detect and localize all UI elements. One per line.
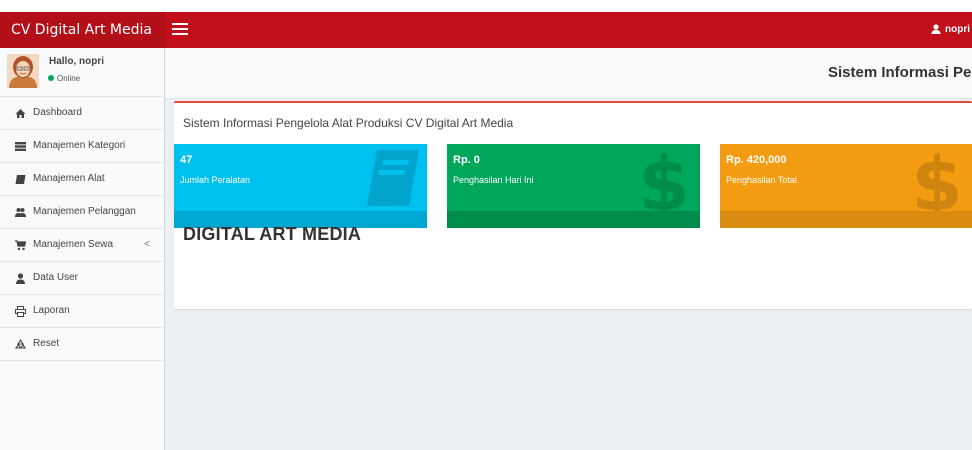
- sidebar-item-label: Reset: [33, 338, 60, 349]
- user-icon: [931, 24, 941, 34]
- sidebar-item-reset[interactable]: Reset: [0, 328, 164, 361]
- sidebar-item-label: Manajemen Pelanggan: [33, 206, 136, 217]
- sidebar-item-alat[interactable]: Manajemen Alat: [0, 163, 164, 196]
- stat-label: Penghasilan Total: [726, 175, 797, 185]
- stat-value: 47: [180, 154, 193, 166]
- top-navbar: CV Digital Art Media nopri: [0, 12, 972, 48]
- cart-icon: [15, 240, 26, 251]
- sidebar-item-data-user[interactable]: Data User: [0, 262, 164, 295]
- svg-text:$: $: [911, 148, 963, 212]
- stat-value: Rp. 420,000: [726, 154, 787, 166]
- book-icon: [367, 150, 419, 206]
- stat-box-peralatan: 47 Jumlah Peralatan: [174, 144, 427, 228]
- svg-text:$: $: [638, 148, 690, 212]
- avatar: [7, 54, 39, 88]
- sidebar-item-laporan[interactable]: Laporan: [0, 295, 164, 328]
- stat-footer-link[interactable]: [447, 211, 700, 228]
- box-title: Sistem Informasi Pengelola Alat Produksi…: [183, 116, 514, 130]
- stat-footer-link[interactable]: [720, 211, 972, 228]
- list-icon: [15, 142, 26, 151]
- dashboard-box: Sistem Informasi Pengelola Alat Produksi…: [174, 101, 972, 309]
- stat-label: Penghasilan Hari Ini: [453, 175, 534, 185]
- dollar-icon: $: [911, 148, 963, 212]
- stat-box-penghasilan-hari-ini: Rp. 0 Penghasilan Hari Ini $: [447, 144, 700, 228]
- chevron-left-icon: <: [144, 239, 150, 250]
- dollar-icon: $: [638, 148, 690, 212]
- sidebar-item-label: Manajemen Alat: [33, 173, 105, 184]
- app-frame: CV Digital Art Media nopri Hallo, nopri …: [0, 12, 972, 450]
- sidebar-menu: Dashboard Manajemen Kategori Manajemen A…: [0, 97, 164, 361]
- sidebar-item-label: Data User: [33, 272, 79, 283]
- stat-value: Rp. 0: [453, 154, 480, 166]
- user-panel: Hallo, nopri Online: [0, 48, 164, 97]
- home-icon: [15, 109, 26, 118]
- sidebar-item-label: Laporan: [33, 305, 70, 316]
- user-menu-name: nopri: [945, 24, 970, 35]
- sidebar-item-label: Manajemen Sewa: [33, 239, 114, 250]
- sidebar-item-label: Dashboard: [33, 107, 82, 118]
- book-icon: [15, 175, 26, 184]
- sidebar-item-dashboard[interactable]: Dashboard: [0, 97, 164, 130]
- sidebar: Hallo, nopri Online Dashboard Manajemen …: [0, 48, 165, 450]
- recycle-icon: [15, 339, 26, 349]
- print-icon: [15, 306, 26, 317]
- page-title: Sistem Informasi Pen: [828, 64, 972, 81]
- online-status[interactable]: Online: [47, 74, 80, 83]
- sidebar-item-kategori[interactable]: Manajemen Kategori: [0, 130, 164, 163]
- sidebar-item-sewa[interactable]: Manajemen Sewa <: [0, 229, 164, 262]
- user-menu[interactable]: nopri: [931, 12, 970, 48]
- content-header: Sistem Informasi Pen: [165, 48, 972, 99]
- user-icon: [16, 273, 25, 284]
- user-greeting: Hallo, nopri: [49, 56, 104, 67]
- stat-label: Jumlah Peralatan: [180, 175, 251, 185]
- stat-box-penghasilan-total: Rp. 420,000 Penghasilan Total $: [720, 144, 972, 228]
- sidebar-toggle-icon[interactable]: [172, 23, 188, 37]
- brand-logo[interactable]: CV Digital Art Media: [0, 12, 165, 48]
- company-title: DIGITAL ART MEDIA: [183, 224, 362, 244]
- sidebar-item-pelanggan[interactable]: Manajemen Pelanggan: [0, 196, 164, 229]
- users-icon: [15, 208, 26, 217]
- sidebar-item-label: Manajemen Kategori: [33, 140, 126, 151]
